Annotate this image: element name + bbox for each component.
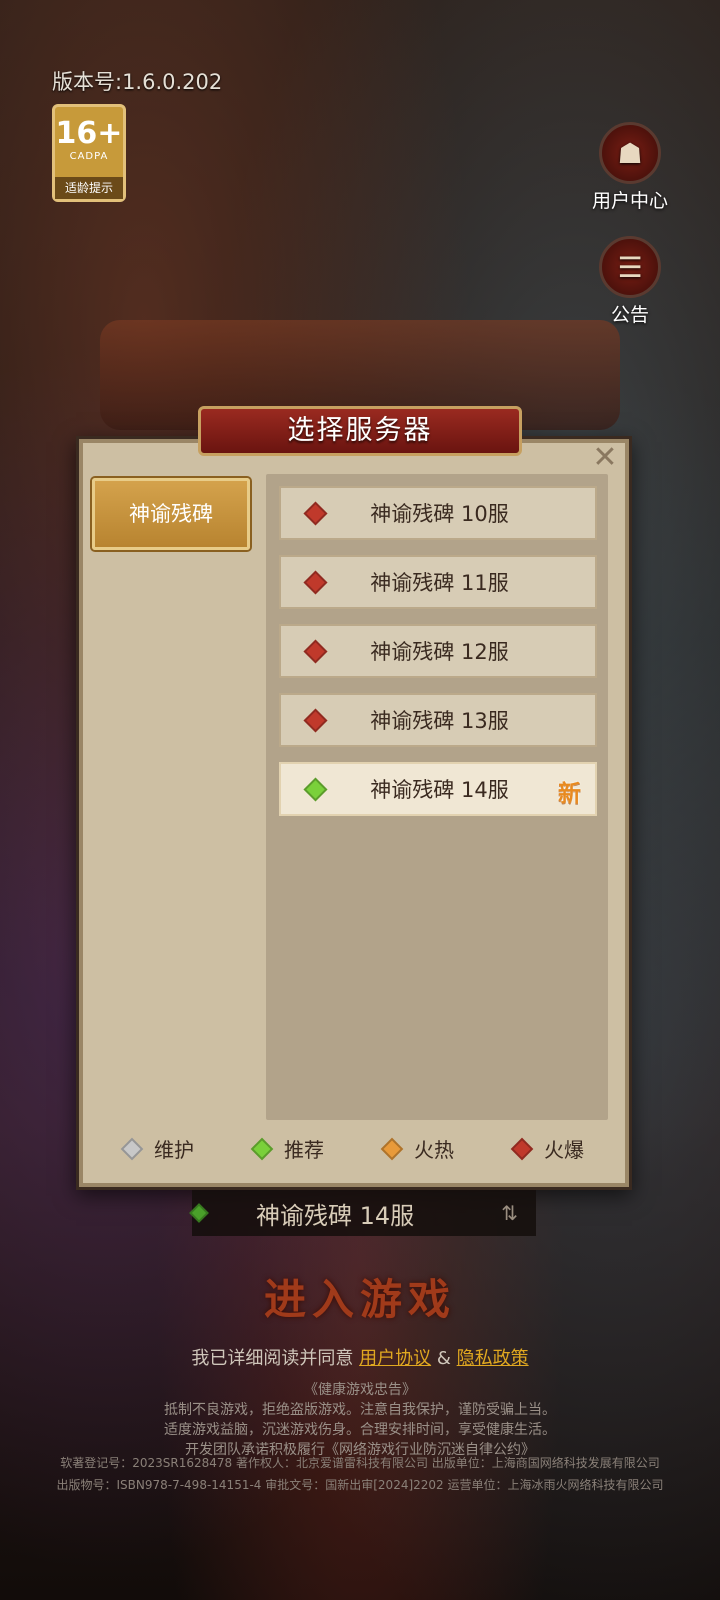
- privacy-policy-link[interactable]: 隐私政策: [457, 1348, 529, 1369]
- legal-info: 软著登记号：2023SR1628478 著作权人：北京爱谱雷科技有限公司 出版单…: [0, 1452, 720, 1496]
- legend-recommended: 推荐: [250, 1134, 324, 1163]
- enter-game-button[interactable]: 进入游戏: [140, 1270, 580, 1330]
- legend-hot: 火热: [380, 1134, 454, 1163]
- switch-server-icon[interactable]: ⇅: [501, 1201, 518, 1225]
- health-notice-line: 适度游戏益脑，沉迷游戏伤身。合理安排时间，享受健康生活。: [164, 1422, 556, 1438]
- agreement-line: 我已详细阅读并同意 用户协议 & 隐私政策: [0, 1344, 720, 1370]
- user-center-button[interactable]: ☗ 用户中心: [580, 122, 680, 213]
- health-notice-line: 抵制不良游戏，拒绝盗版游戏。注意自我保护，谨防受骗上当。: [164, 1402, 556, 1418]
- user-agreement-link[interactable]: 用户协议: [359, 1348, 431, 1369]
- user-center-icon: ☗: [599, 122, 661, 184]
- notice-icon: ☰: [599, 236, 661, 298]
- hot-diamond-icon: [380, 1137, 404, 1160]
- server-item-13[interactable]: 神谕残碑 13服: [279, 693, 597, 747]
- age-rating-badge[interactable]: 16+ CADPA 适龄提示: [52, 104, 126, 202]
- maintenance-diamond-icon: [120, 1137, 144, 1160]
- user-center-label: 用户中心: [591, 190, 668, 212]
- server-item-12[interactable]: 神谕残碑 12服: [279, 624, 597, 678]
- server-item-11[interactable]: 神谕残碑 11服: [279, 555, 597, 609]
- version-label: 版本号:1.6.0.202: [52, 70, 223, 94]
- current-server-selector[interactable]: 神谕残碑 14服 ⇅: [189, 1190, 536, 1236]
- agreement-amp: &: [436, 1348, 451, 1369]
- close-icon[interactable]: ✕: [590, 443, 620, 474]
- legend-label: 火爆: [544, 1138, 584, 1162]
- new-server-badge: 新: [558, 781, 581, 807]
- explosive-diamond-icon: [510, 1137, 534, 1160]
- legend-label: 火热: [414, 1138, 454, 1162]
- current-server-label: 神谕残碑 14服: [256, 1201, 415, 1230]
- age-rating-org: CADPA: [69, 151, 109, 162]
- region-tab-shenyu[interactable]: 神谕残碑: [92, 478, 250, 550]
- legend-label: 维护: [154, 1138, 194, 1162]
- legend-maintenance: 维护: [120, 1134, 194, 1163]
- agreement-prefix: 我已详细阅读并同意: [191, 1348, 354, 1369]
- legal-line: 出版物号：ISBN978-7-498-14151-4 审批文号：国新出审[202…: [56, 1478, 664, 1492]
- server-label: 神谕残碑 10服: [370, 502, 509, 526]
- status-legend: 维护 推荐 火热 火爆: [120, 1134, 584, 1163]
- legal-line: 软著登记号：2023SR1628478 著作权人：北京爱谱雷科技有限公司 出版单…: [60, 1456, 660, 1470]
- server-label: 神谕残碑 14服: [370, 778, 509, 802]
- legend-explosive: 火爆: [510, 1134, 584, 1163]
- age-rating-hint: 适龄提示: [55, 177, 123, 199]
- notice-button[interactable]: ☰ 公告: [590, 236, 670, 327]
- server-label: 神谕残碑 12服: [370, 640, 509, 664]
- health-notice: 《健康游戏忠告》 抵制不良游戏，拒绝盗版游戏。注意自我保护，谨防受骗上当。 适度…: [0, 1380, 720, 1460]
- notice-label: 公告: [610, 304, 649, 326]
- server-label: 神谕残碑 13服: [370, 709, 509, 733]
- server-item-10[interactable]: 神谕残碑 10服: [279, 486, 597, 540]
- recommended-diamond-icon: [250, 1137, 274, 1160]
- status-diamond-icon: [189, 1203, 209, 1223]
- dialog-title: 选择服务器: [198, 406, 522, 456]
- age-rating-number: 16+: [55, 116, 123, 151]
- health-notice-title: 《健康游戏忠告》: [304, 1382, 416, 1398]
- legend-label: 推荐: [284, 1138, 324, 1162]
- server-label: 神谕残碑 11服: [370, 571, 509, 595]
- server-item-14[interactable]: 神谕残碑 14服 新: [279, 762, 597, 816]
